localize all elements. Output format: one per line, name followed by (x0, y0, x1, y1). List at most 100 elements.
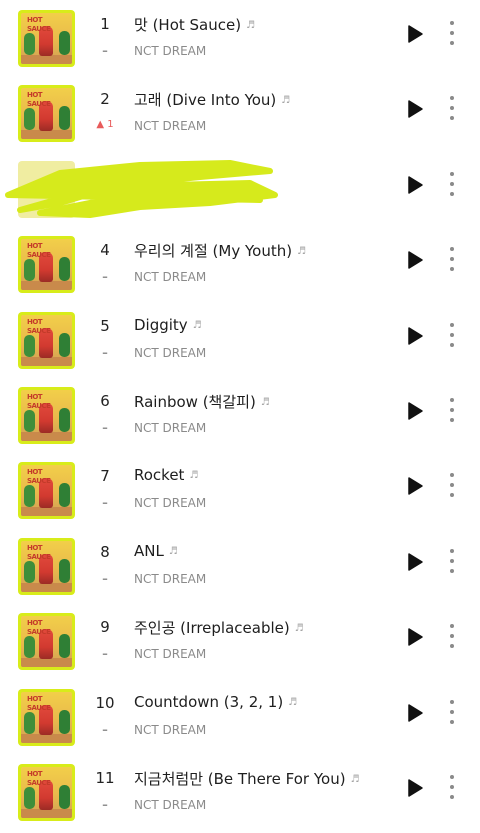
track-artist[interactable]: NCT DREAM (134, 496, 206, 510)
album-art-title: HOT SAUCE (27, 468, 51, 486)
album-art: HOT SAUCE (18, 537, 75, 595)
track-title[interactable]: ANL ♬ (134, 542, 178, 560)
track-artist[interactable]: NCT DREAM (134, 346, 206, 360)
play-icon[interactable] (404, 476, 424, 496)
more-vert-icon[interactable] (446, 96, 458, 122)
play-icon[interactable] (404, 401, 424, 421)
play-icon[interactable] (404, 552, 424, 572)
lyrics-icon: ♬ (288, 696, 298, 708)
more-dot (450, 21, 454, 25)
album-art-title: HOT SAUCE (27, 770, 51, 787)
play-icon[interactable] (404, 175, 424, 195)
more-vert-icon[interactable] (446, 699, 458, 726)
more-dot (450, 568, 454, 573)
more-dot (450, 191, 454, 196)
more-dot (450, 493, 454, 498)
album-art-tree1 (24, 33, 35, 55)
track-artist[interactable]: NCT DREAM (134, 44, 206, 58)
track-artist[interactable]: NCT DREAM (134, 647, 206, 661)
more-dot (450, 775, 454, 779)
lyrics-icon: ♬ (246, 20, 256, 31)
album-art: HOT SAUCE (18, 10, 75, 67)
track-row[interactable]: HOT SAUCE 8 – ANL ♬ NCT DREAM (0, 532, 480, 607)
more-vert-icon[interactable] (446, 247, 458, 273)
track-row[interactable]: HOT SAUCE 4 – 우리의 계절 (My Youth) ♬ NCT DREAM (0, 230, 480, 305)
album-art-tree2 (59, 332, 70, 357)
album-art-ground (21, 733, 72, 743)
track-title-text: Rainbow (책갈피) (134, 393, 256, 411)
more-vert-icon[interactable] (446, 171, 458, 198)
more-vert-icon[interactable] (446, 548, 458, 575)
track-row[interactable]: HOT SAUCE 5 – Diggity ♬ NCT DREAM (0, 306, 480, 381)
rank-change: – (102, 496, 108, 510)
album-art-ground (21, 809, 72, 818)
play-icon[interactable] (404, 627, 424, 647)
play-icon[interactable] (404, 99, 424, 119)
track-row[interactable]: HOT SAUCE 2 ▲ 1 고래 (Dive Into You) ♬ NCT DREA… (0, 79, 480, 154)
album-art-title: HOT SAUCE (27, 91, 51, 109)
track-artist[interactable]: NCT DREAM (134, 421, 206, 435)
album-art-tree2 (59, 634, 70, 659)
rank-change: – (102, 345, 108, 359)
more-vert-icon[interactable] (446, 775, 458, 801)
lyrics-icon: ♬ (297, 246, 307, 258)
more-dot (450, 719, 454, 724)
track-title[interactable]: Rainbow (책갈피) ♬ (134, 391, 270, 412)
album-art-ground (21, 432, 72, 441)
track-artist[interactable]: NCT DREAM (134, 798, 206, 812)
more-dot (450, 322, 454, 327)
track-title[interactable]: 고래 (Dive Into You) ♬ (134, 89, 290, 110)
album-art-tree1 (24, 636, 35, 659)
play-icon[interactable] (404, 778, 424, 798)
play-icon[interactable] (404, 24, 424, 44)
album-art-tree2 (59, 106, 70, 131)
album-art-title: HOT SAUCE (27, 393, 51, 410)
track-title[interactable]: 주인공 (Irreplaceable) ♬ (134, 617, 304, 638)
play-icon[interactable] (404, 703, 424, 723)
more-vert-icon[interactable] (446, 473, 458, 499)
track-row[interactable]: HOT SAUCE 9 – 주인공 (Irreplaceable) ♬ NCT DREAM (0, 607, 480, 682)
track-number: 8 (100, 542, 110, 561)
album-art: HOT SAUCE (18, 236, 75, 294)
track-row[interactable]: HOT SAUCE 6 – Rainbow (책갈피) ♬ NCT DREAM (0, 381, 480, 456)
track-artist[interactable]: NCT DREAM (134, 723, 206, 737)
more-dot (450, 31, 454, 35)
album-art-tree1 (24, 334, 35, 357)
more-vert-icon[interactable] (446, 21, 458, 47)
track-row[interactable]: HOT SAUCE 11 – 지금처럼만 (Be There For You) ♬ NCT… (0, 758, 480, 833)
track-number: 5 (100, 316, 110, 335)
track-row[interactable]: HOT SAUCE 1 – 맛 (Hot Sauce) ♬ NCT DREAM (0, 4, 480, 79)
more-dot (450, 171, 454, 176)
more-dot (450, 418, 454, 422)
track-title[interactable]: Rocket ♬ (134, 466, 198, 484)
more-dot (450, 398, 454, 402)
track-title[interactable]: 우리의 계절 (My Youth) ♬ (134, 240, 306, 261)
track-title[interactable]: 맛 (Hot Sauce) ♬ (134, 14, 255, 35)
track-title[interactable]: 지금처럼만 (Be There For You) ♬ (134, 768, 360, 789)
album-art-tree1 (24, 108, 35, 131)
track-title[interactable]: Countdown (3, 2, 1) ♬ (134, 693, 297, 711)
track-artist[interactable]: NCT DREAM (134, 572, 206, 586)
play-icon[interactable] (404, 326, 424, 346)
track-artist[interactable]: NCT DREAM (134, 270, 206, 284)
more-dot (450, 332, 454, 337)
album-art-tree2 (59, 785, 70, 809)
album-art-title: HOT SAUCE (27, 16, 51, 33)
play-icon[interactable] (404, 250, 424, 270)
track-row[interactable]: HOT SAUCE 10 – Countdown (3, 2, 1) ♬ NCT DREA… (0, 683, 480, 758)
track-title[interactable]: Diggity ♬ (134, 316, 202, 334)
track-title-text: 맛 (Hot Sauce) (134, 16, 242, 34)
album-art-title: HOT SAUCE (27, 242, 51, 260)
track-number: 2 (100, 90, 110, 109)
track-row[interactable] (0, 155, 480, 230)
track-artist[interactable]: NCT DREAM (134, 119, 206, 133)
track-number: 9 (100, 618, 110, 637)
more-vert-icon[interactable] (446, 322, 458, 349)
track-title-text: 고래 (Dive Into You) (134, 91, 277, 110)
more-dot (450, 342, 454, 347)
more-vert-icon[interactable] (446, 624, 458, 650)
album-art-title: HOT SAUCE (27, 694, 51, 712)
track-row[interactable]: HOT SAUCE 7 – Rocket ♬ NCT DREAM (0, 456, 480, 531)
more-dot (450, 247, 454, 252)
more-vert-icon[interactable] (446, 398, 458, 424)
